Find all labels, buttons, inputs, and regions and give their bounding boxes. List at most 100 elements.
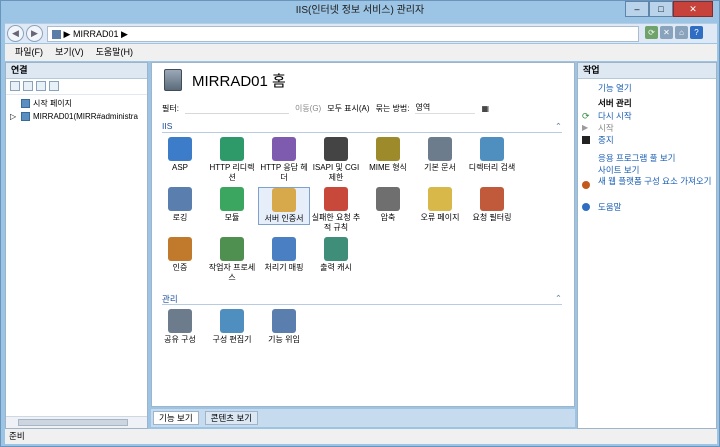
path-chevron-icon[interactable]: ▶ <box>121 29 128 39</box>
tree-item-server[interactable]: ▷ MIRRAD01(MIRR#administra <box>10 110 143 123</box>
menu-file[interactable]: 파일(F) <box>15 44 43 61</box>
group-select[interactable]: 영역 <box>415 102 476 114</box>
feature-label: 구성 편집기 <box>212 335 252 344</box>
address-bar: ◀ ▶ ▶ MIRRAD01 ▶ ⟳ ✕ ⌂ ? <box>5 23 717 43</box>
view-toggle-icon[interactable]: ▦ <box>481 104 489 113</box>
server-icon <box>21 112 30 121</box>
feature-item[interactable]: 공유 구성 <box>154 309 206 345</box>
menu-help[interactable]: 도움말(H) <box>96 44 133 61</box>
open-feature-link[interactable]: 기능 열기 <box>578 82 716 94</box>
feature-icon <box>220 309 244 333</box>
connections-toolbar <box>6 79 147 95</box>
iis-manager-window: IIS(인터넷 정보 서비스) 관리자 – □ ✕ ◀ ▶ ▶ MIRRAD01… <box>0 0 720 447</box>
restart-link[interactable]: ⟳ 다시 시작 <box>578 110 716 122</box>
tab-features-view[interactable]: 기능 보기 <box>153 411 199 425</box>
feature-item[interactable]: 실패한 요청 추적 규칙 <box>310 187 362 233</box>
feature-item[interactable]: 모듈 <box>206 187 258 223</box>
feature-item[interactable]: 기능 위임 <box>258 309 310 345</box>
connections-title: 연결 <box>6 63 147 79</box>
back-button[interactable]: ◀ <box>7 25 24 42</box>
stop-icon[interactable]: ✕ <box>660 26 673 39</box>
feature-icon <box>376 187 400 211</box>
menu-view[interactable]: 보기(V) <box>55 44 84 61</box>
feature-label: 오류 페이지 <box>420 213 460 222</box>
tab-content-view[interactable]: 콘텐츠 보기 <box>204 411 259 425</box>
horizontal-scrollbar[interactable] <box>6 416 147 428</box>
feature-item[interactable]: 출력 캐시 <box>310 237 362 273</box>
feature-label: 출력 캐시 <box>320 263 352 272</box>
address-path[interactable]: ▶ MIRRAD01 ▶ <box>47 26 639 42</box>
feature-icon <box>324 187 348 211</box>
feature-label: HTTP 리디렉션 <box>209 163 255 182</box>
feature-icon <box>376 137 400 161</box>
tree-item-label: MIRRAD01(MIRR#administra <box>33 112 138 121</box>
actions-pane: 작업 기능 열기 서버 관리 ⟳ 다시 시작 ▶ 시작 중지 응용 프로그램 풀 보… <box>577 62 717 429</box>
restart-icon: ⟳ <box>582 111 590 121</box>
status-bar: 준비 <box>5 429 717 444</box>
stop-label: 중지 <box>598 135 614 145</box>
feature-item[interactable]: 서버 인증서 <box>258 187 310 225</box>
help-link[interactable]: 도움말 <box>578 201 716 213</box>
save-icon[interactable] <box>23 81 33 91</box>
feature-label: ASP <box>171 163 188 172</box>
path-segment[interactable]: MIRRAD01 <box>73 29 119 39</box>
feature-item[interactable]: 디렉터리 검색 <box>466 137 518 173</box>
scroll-thumb[interactable] <box>18 419 128 426</box>
feature-label: 작업자 프로세스 <box>208 263 256 282</box>
feature-item[interactable]: HTTP 리디렉션 <box>206 137 258 183</box>
help-icon[interactable]: ? <box>690 26 703 39</box>
feature-icon <box>220 237 244 261</box>
minimize-button[interactable]: – <box>625 1 649 17</box>
tree-expander-icon[interactable]: ▷ <box>10 110 18 123</box>
go-button[interactable]: 이동(G) <box>295 103 321 114</box>
feature-label: 실패한 요청 추적 규칙 <box>311 213 361 232</box>
web-platform-link[interactable]: 새 웹 플랫폼 구성 요소 가져오기 <box>578 176 716 198</box>
feature-item[interactable]: 로깅 <box>154 187 206 223</box>
section-management-header[interactable]: 관리 ⌃ <box>162 293 562 305</box>
feature-item[interactable]: ASP <box>154 137 206 173</box>
feature-icon <box>480 187 504 211</box>
filter-input[interactable] <box>184 102 289 114</box>
tree-item-start-page[interactable]: 시작 페이지 <box>10 97 143 110</box>
feature-icon <box>168 309 192 333</box>
feature-item[interactable]: 오류 페이지 <box>414 187 466 223</box>
start-link[interactable]: ▶ 시작 <box>578 122 716 134</box>
feature-item[interactable]: 구성 편집기 <box>206 309 258 345</box>
features-pane: MIRRAD01 홈 필터: 이동(G) 모두 표시(A) 묶는 방법: 영역 … <box>151 62 575 407</box>
server-icon <box>164 69 182 91</box>
view-sites-link[interactable]: 사이트 보기 <box>578 164 716 176</box>
close-button[interactable]: ✕ <box>673 1 713 17</box>
feature-icon <box>272 188 296 212</box>
feature-item[interactable]: MIME 형식 <box>362 137 414 173</box>
feature-item[interactable]: 요청 필터링 <box>466 187 518 223</box>
connect-icon[interactable] <box>10 81 20 91</box>
stop-link[interactable]: 중지 <box>578 134 716 146</box>
feature-item[interactable]: HTTP 응답 헤더 <box>258 137 310 183</box>
forward-button[interactable]: ▶ <box>26 25 43 42</box>
server-manage-heading: 서버 관리 <box>598 98 632 108</box>
maximize-button[interactable]: □ <box>649 1 673 17</box>
feature-item[interactable]: ISAPI 및 CGI 제한 <box>310 137 362 183</box>
feature-item[interactable]: 처리기 매핑 <box>258 237 310 273</box>
feature-label: 기능 위임 <box>268 335 300 344</box>
window-title: IIS(인터넷 정보 서비스) 관리자 <box>295 5 425 16</box>
feature-item[interactable]: 인증 <box>154 237 206 273</box>
feature-label: 요청 필터링 <box>472 213 512 222</box>
app-pools-link[interactable]: 응용 프로그램 풀 보기 <box>578 152 716 164</box>
feature-item[interactable]: 압축 <box>362 187 414 223</box>
feature-item[interactable]: 기본 문서 <box>414 137 466 173</box>
remove-connection-icon[interactable] <box>49 81 59 91</box>
collapse-icon[interactable]: ⌃ <box>555 293 562 304</box>
up-icon[interactable] <box>36 81 46 91</box>
feature-icon <box>428 137 452 161</box>
show-all-button[interactable]: 모두 표시(A) <box>327 103 369 114</box>
feature-label: 공유 구성 <box>164 335 196 344</box>
feature-icon <box>168 237 192 261</box>
feature-icon <box>272 237 296 261</box>
feature-label: HTTP 응답 헤더 <box>260 163 308 182</box>
feature-item[interactable]: 작업자 프로세스 <box>206 237 258 283</box>
section-iis-header[interactable]: IIS ⌃ <box>162 121 562 133</box>
refresh-icon[interactable]: ⟳ <box>645 26 658 39</box>
collapse-icon[interactable]: ⌃ <box>555 121 562 132</box>
home-icon[interactable]: ⌂ <box>675 26 688 39</box>
